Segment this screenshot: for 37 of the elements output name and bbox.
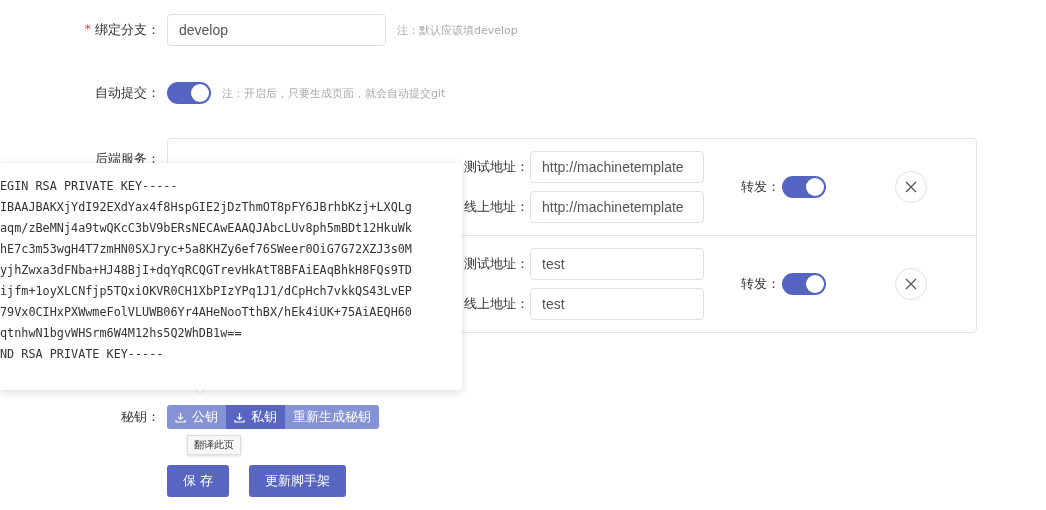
- key-text: yjhZwxa3dFNba+HJ48BjI+dqYqRCQGTrevHkAtT8BFAiEAqBhkH8FQs9TD: [0, 262, 413, 279]
- field-label: 线上地址：: [464, 295, 530, 313]
- field-label: 线上地址：: [464, 198, 530, 216]
- action-button[interactable]: 更新脚手架: [249, 465, 347, 497]
- branch-input[interactable]: develop: [167, 14, 386, 46]
- field-label: 测试地址：: [464, 255, 530, 273]
- url-input[interactable]: test: [530, 288, 704, 320]
- key-text: qtnhwN1bgvWHSrm6W4M12hs5Q2WhDB1w==: [0, 325, 243, 342]
- field-label: 转发：: [741, 178, 780, 196]
- url-input[interactable]: http://machinetemplate: [530, 151, 704, 183]
- field-label: 自动提交：: [95, 84, 160, 102]
- field-label: 转发：: [741, 275, 780, 293]
- hint-text: 注：开启后，只要生成页面，就会自动提交git: [222, 85, 446, 101]
- url-input[interactable]: http://machinetemplate: [530, 191, 704, 223]
- download-icon: [234, 411, 245, 423]
- key-text: 79Vx0CIHxPXWwmeFolVLUWB06Yr4AHeNooTthBX/hEk4iUK+75AiAEQH60: [0, 304, 413, 321]
- toggle-switch[interactable]: [782, 176, 826, 198]
- hint-text: 注：默认应该填develop: [397, 22, 518, 38]
- toggle-switch[interactable]: [167, 82, 211, 104]
- key-text: IBAAJBAKXjYdI92EXdYax4f8HspGIE2jDzThmOT8pFY6JBrhbKzj+LXQLg: [0, 199, 413, 216]
- download-icon: [175, 411, 186, 423]
- field-label: 秘钥：: [121, 408, 160, 426]
- key-text: ijfm+1oyXLCNfjp5TQxiOKVR0CH1XbPIzYPq1J1/dCpHch7vkkQS43LvEP: [0, 283, 413, 300]
- url-input[interactable]: test: [530, 248, 704, 280]
- tooltip: 翻译此页: [187, 435, 241, 455]
- key-text: EGIN RSA PRIVATE KEY-----: [0, 178, 179, 195]
- close-icon: [905, 278, 917, 290]
- key-text: ND RSA PRIVATE KEY-----: [0, 346, 165, 363]
- key-button[interactable]: 私钥: [226, 405, 285, 429]
- toggle-switch[interactable]: [782, 273, 826, 295]
- field-label: 测试地址：: [464, 158, 530, 176]
- field-label: 绑定分支：: [95, 21, 160, 39]
- key-text: hE7c3m53wgH4T7zmHN0SXJryc+5a8KHZy6ef76SWeer0OiG7G72XZJ3s0M: [0, 241, 413, 258]
- action-button[interactable]: 保 存: [167, 465, 230, 497]
- close-icon: [905, 181, 917, 193]
- required-mark: *: [84, 21, 91, 38]
- key-text: aqm/zBeMNj4a9twQKcC3bV9bERsNECAwEAAQJAbcLUv8ph5mBDt12HkuWk: [0, 220, 413, 237]
